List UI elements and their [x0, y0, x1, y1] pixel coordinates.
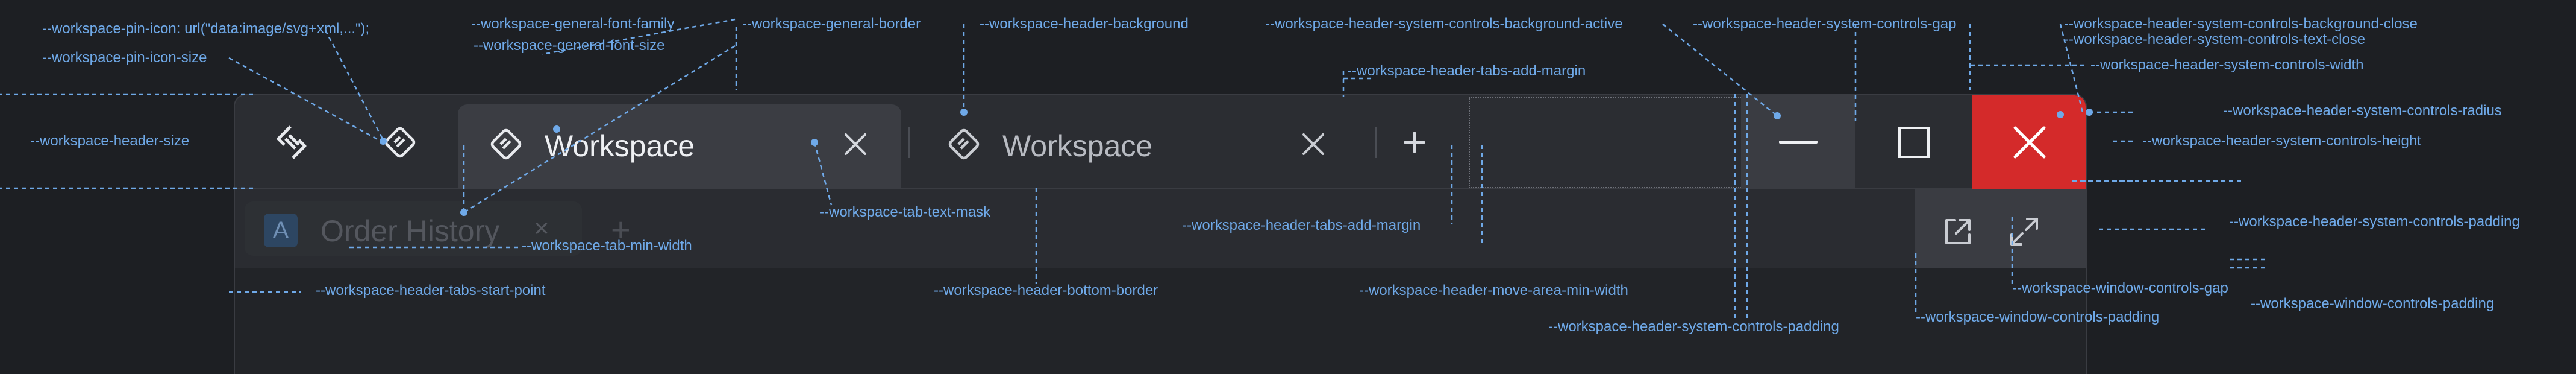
annotation-label: --workspace-header-system-controls-radiu… [2223, 103, 2502, 119]
annotation-label: --workspace-header-size [30, 133, 190, 149]
annotation-label: --workspace-pin-icon-size [42, 49, 207, 66]
annotation-label: --workspace-header-system-controls-paddi… [2229, 214, 2520, 230]
diagram-stage: Workspace Workspace A Order History × + … [0, 0, 2576, 374]
annotation-label: --workspace-header-system-controls-width [2090, 57, 2364, 73]
annotation-label: --workspace-header-bottom-border [934, 282, 1158, 299]
annotation-label: --workspace-tab-text-mask [819, 204, 991, 220]
annotation-label: --workspace-header-system-controls-gap [1693, 16, 1957, 32]
annotation-label: --workspace-header-tabs-add-margin [1182, 217, 1421, 233]
annotation-label: --workspace-header-tabs-start-point [316, 282, 546, 299]
annotation-label: --workspace-window-controls-padding [2251, 296, 2495, 312]
annotation-label: --workspace-window-controls-padding [1916, 309, 2160, 325]
annotation-label: --workspace-window-controls-gap [2012, 280, 2228, 296]
annotation-label: --workspace-pin-icon: url("data:image/sv… [42, 21, 370, 37]
annotation-label: --workspace-header-tabs-add-margin [1347, 63, 1586, 79]
annotation-label: --workspace-header-background [980, 16, 1189, 32]
annotation-label: --workspace-header-system-controls-paddi… [1548, 319, 1839, 335]
annotation-label: --workspace-header-system-controls-backg… [1265, 16, 1623, 32]
annotation-lines [0, 18, 2265, 320]
annotation-label: --workspace-header-system-controls-heigh… [2142, 133, 2421, 149]
annotation-label: --workspace-header-system-controls-text-… [2064, 31, 2366, 48]
annotation-label: --workspace-header-move-area-min-width [1359, 282, 1628, 299]
annotation-label: --workspace-general-font-size [474, 37, 665, 54]
annotation-label: --workspace-general-font-family [471, 16, 675, 32]
annotation-label: --workspace-header-system-controls-backg… [2064, 16, 2418, 32]
annotation-label: --workspace-general-border [742, 16, 921, 32]
annotation-label: --workspace-tab-min-width [522, 238, 692, 254]
